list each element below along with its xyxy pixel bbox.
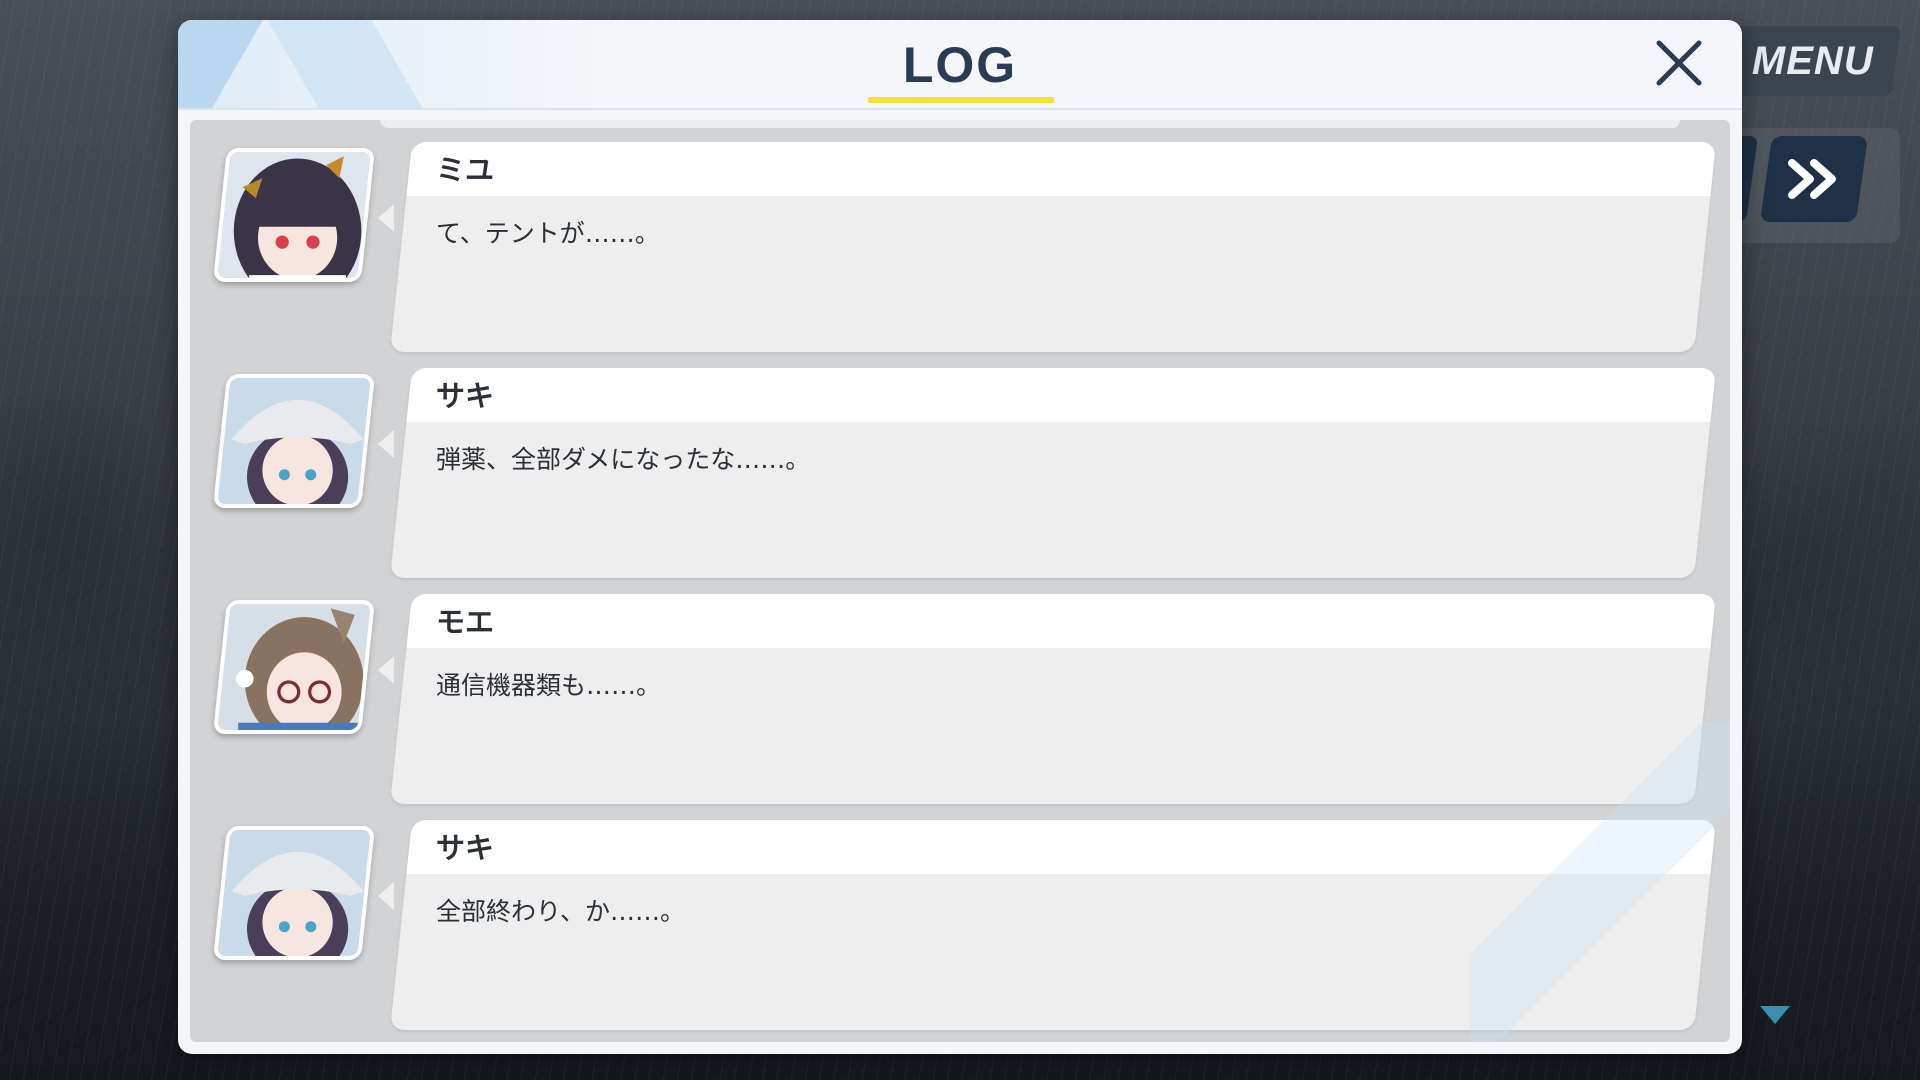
speaker-name: サキ bbox=[436, 379, 495, 413]
speaker-name: サキ bbox=[436, 831, 495, 865]
avatar-moe bbox=[212, 600, 376, 734]
close-icon bbox=[1656, 40, 1702, 86]
log-panel: LOG ミユ て、テントが……。 サキ 弾薬、全部ダメになったな……。 モエ 通… bbox=[178, 20, 1742, 1054]
log-entry: モエ 通信機器類も……。 bbox=[190, 594, 1730, 808]
menu-label: MENU bbox=[1752, 38, 1874, 83]
speaker-name: ミユ bbox=[436, 153, 495, 187]
dialogue-text: て、テントが……。 bbox=[436, 219, 660, 248]
menu-button[interactable]: MENU bbox=[1725, 26, 1901, 96]
log-title: LOG bbox=[902, 37, 1018, 93]
avatar-saki bbox=[212, 826, 376, 960]
triangle-down-icon bbox=[1760, 1006, 1790, 1024]
skip-button[interactable] bbox=[1759, 136, 1869, 222]
dialogue-text: 通信機器類も……。 bbox=[436, 671, 662, 700]
dialogue-text: 全部終わり、か……。 bbox=[436, 897, 686, 926]
log-header: LOG bbox=[178, 20, 1742, 110]
close-button[interactable] bbox=[1646, 30, 1712, 96]
bubble-tail bbox=[378, 204, 394, 232]
log-entry: サキ 弾薬、全部ダメになったな……。 bbox=[190, 368, 1730, 582]
name-bar bbox=[406, 142, 1717, 196]
avatar-miyu bbox=[212, 148, 376, 282]
title-underline bbox=[868, 97, 1054, 103]
dialogue-text: 弾薬、全部ダメになったな……。 bbox=[436, 445, 811, 474]
name-bar bbox=[406, 594, 1717, 648]
fast-forward-icon bbox=[1788, 159, 1836, 199]
log-entry: サキ 全部終わり、か……。 bbox=[190, 820, 1730, 1034]
name-bar bbox=[406, 820, 1717, 874]
bubble-tail bbox=[378, 656, 394, 684]
speaker-name: モエ bbox=[436, 605, 495, 639]
name-bar bbox=[406, 368, 1717, 422]
log-entry: ミユ て、テントが……。 bbox=[190, 142, 1730, 356]
avatar-saki bbox=[212, 374, 376, 508]
header-divider bbox=[178, 108, 1742, 110]
bubble-tail bbox=[378, 882, 394, 910]
bubble-tail bbox=[378, 430, 394, 458]
log-list[interactable]: ミユ て、テントが……。 サキ 弾薬、全部ダメになったな……。 モエ 通信機器類… bbox=[190, 120, 1730, 1042]
